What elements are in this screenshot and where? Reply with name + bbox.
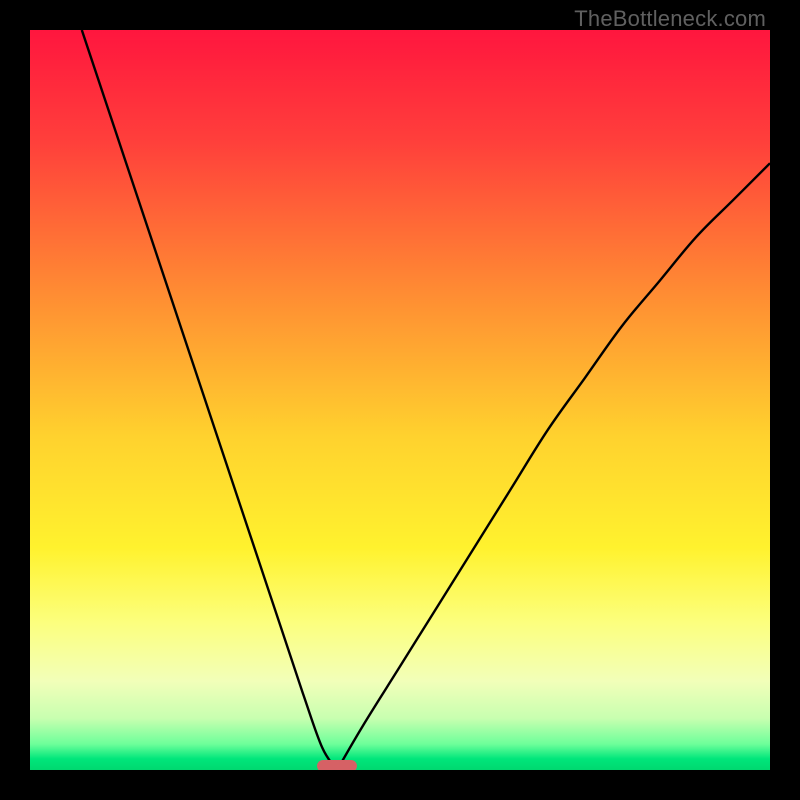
plot-area — [30, 30, 770, 770]
gradient-background — [30, 30, 770, 770]
watermark-text: TheBottleneck.com — [574, 6, 766, 32]
minimum-marker — [317, 760, 357, 770]
